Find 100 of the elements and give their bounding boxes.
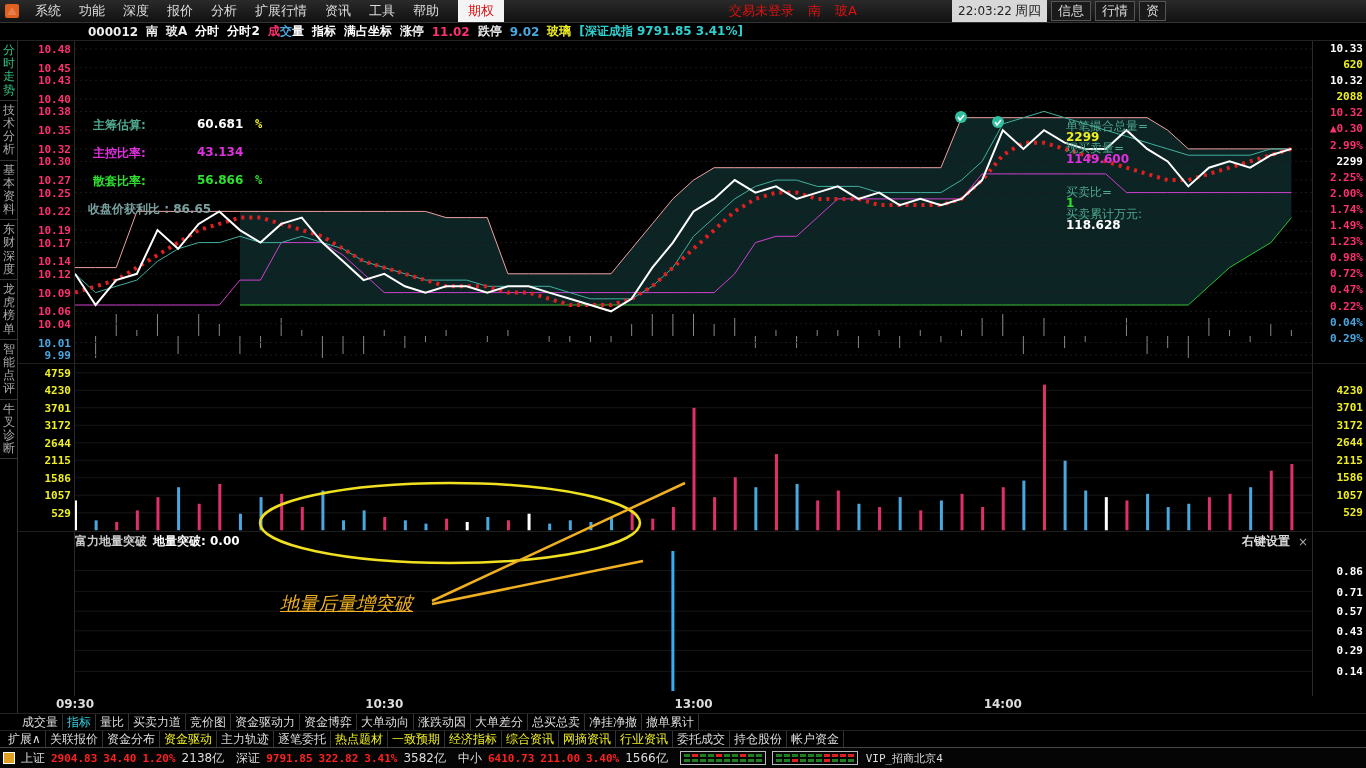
volume-axis-label: 529	[51, 506, 71, 520]
bottom-tab[interactable]: 总买总卖	[528, 714, 585, 730]
right-click-settings-link[interactable]: 右键设置	[1241, 533, 1290, 550]
volume-axis-label: 1586	[1336, 470, 1363, 486]
volume-axis-label: 1057	[1336, 487, 1363, 504]
side-tab[interactable]: 东财深度	[0, 220, 17, 280]
volume-bar	[342, 520, 345, 531]
menu-item[interactable]: 资讯	[316, 0, 360, 22]
bottom-tab[interactable]: 买卖力道	[129, 714, 186, 730]
chart-mode-button[interactable]: 满占坐标	[343, 23, 392, 40]
volume-bar	[177, 487, 181, 531]
bottom-tab[interactable]: 成交量	[18, 714, 63, 730]
index-name: 上证	[21, 749, 45, 767]
indicator-label: 散套比率:	[93, 173, 147, 190]
volume-bar	[445, 518, 449, 531]
right-axis-label: 0.29%	[1329, 330, 1363, 347]
right-axis-label: ▲0.30	[1329, 121, 1363, 138]
price-axis-label: 10.06	[37, 304, 71, 318]
chart-mode-button[interactable]: 分时	[195, 23, 220, 40]
indicator-value: 2299	[1066, 132, 1100, 143]
price-axis-label: 10.40	[37, 92, 71, 106]
bottom-tab[interactable]: 指标	[63, 714, 96, 730]
bottom-tab[interactable]: 资金驱动力	[231, 714, 300, 730]
bottom-tab[interactable]: 大单差分	[471, 714, 528, 730]
bottom-tab[interactable]: 竞价图	[186, 714, 231, 730]
volume-bar	[1269, 470, 1273, 531]
menu-item[interactable]: 报价	[158, 0, 202, 22]
volume-bar	[548, 523, 552, 531]
volume-bar	[300, 507, 304, 531]
volume-axis-label: 2644	[44, 436, 71, 450]
volume-bar	[197, 503, 201, 531]
price-axis-label: 10.12	[37, 267, 71, 281]
sector-link[interactable]: 玻璃	[547, 23, 572, 40]
app-logo-icon[interactable]	[4, 3, 20, 19]
volume-bar	[960, 493, 964, 531]
index-value: 2904.83	[51, 751, 98, 765]
price-axis-label: 10.45	[37, 61, 71, 75]
indicator-value: 43.134	[197, 145, 245, 161]
right-axis-label: 1.74%	[1329, 201, 1363, 218]
menu-item[interactable]: 深度	[114, 0, 158, 22]
price-axis-label: 10.32	[37, 142, 71, 156]
volume-bar	[713, 497, 717, 531]
bottom-tab[interactable]: 量比	[96, 714, 129, 730]
menu-item[interactable]: 系统	[26, 0, 70, 22]
right-axis-label: 10.32	[1329, 105, 1363, 122]
volume-axis-label: 529	[1343, 505, 1363, 521]
menu-item[interactable]: 帮助	[404, 0, 448, 22]
volume-bar	[218, 483, 222, 531]
menu-item[interactable]: 扩展行情	[246, 0, 316, 22]
chart-mode-button[interactable]: 指标	[311, 23, 336, 40]
index-percent: 3.40%	[586, 751, 620, 765]
menu-item[interactable]: 分析	[202, 0, 246, 22]
close-button[interactable]: ×	[1297, 534, 1308, 549]
side-tab[interactable]: 分时走势	[0, 41, 17, 101]
menu-item[interactable]: 功能	[70, 0, 114, 22]
side-tab[interactable]: 牛叉诊断	[0, 399, 17, 460]
toolbar-button[interactable]: 信息	[1051, 1, 1091, 21]
right-axis-label: 0.22%	[1329, 298, 1363, 315]
price-axis-label: 10.30	[37, 154, 71, 168]
indicator-label: 主筹估算:	[93, 117, 147, 134]
side-tab[interactable]: 基本资料	[0, 160, 17, 221]
index-quote: [深证成指 9791.85 3.41%]	[579, 23, 743, 40]
check-circle-icon	[992, 116, 1004, 128]
index-change: 211.00	[540, 751, 581, 765]
bottom-tab[interactable]: 资金博弈	[300, 714, 357, 730]
price-axis-label: 10.48	[37, 42, 71, 56]
volume-bar	[383, 517, 387, 531]
volume-bar	[1166, 507, 1170, 531]
volume-bar	[424, 523, 428, 531]
bottom-tab[interactable]: 撤单累计	[642, 714, 699, 730]
bottom-tab[interactable]: 大单动向	[357, 714, 414, 730]
index-amount: 3582亿	[403, 749, 446, 767]
indicator-label: 主控比率:	[93, 145, 147, 162]
volume-axis-label: 2115	[1336, 452, 1363, 469]
price-axis-label: 10.01	[37, 336, 71, 349]
side-tab[interactable]: 智能点评	[0, 339, 17, 400]
right-axis-label: 10.33	[1329, 41, 1363, 57]
clock-time: 22:03:22	[958, 4, 1012, 18]
index-value: 9791.85	[266, 751, 313, 765]
side-tab[interactable]: 龙虎榜单	[0, 280, 17, 340]
menu-item[interactable]: 工具	[360, 0, 404, 22]
menu-item[interactable]: 期权	[458, 0, 504, 22]
bottom-tab[interactable]: 净挂净撤	[585, 714, 642, 730]
volume-axis-label: 3172	[1336, 417, 1363, 434]
chart-mode-button[interactable]: 成交量	[267, 23, 304, 40]
right-axis-label: 2.25%	[1329, 169, 1363, 186]
index-value: 6410.73	[487, 751, 535, 765]
toolbar-button[interactable]: 行情	[1095, 1, 1135, 21]
chart-mode-button[interactable]: 分时2	[227, 23, 260, 40]
volume-bar	[1207, 497, 1211, 531]
index-name: 中小	[457, 749, 482, 767]
trade-status-text: 交易未登录	[729, 2, 794, 20]
bottom-tab[interactable]: 涨跌动因	[414, 714, 471, 730]
indicator-value: 56.866	[197, 173, 245, 189]
toolbar-button[interactable]: 资	[1139, 1, 1166, 21]
volume-bar	[795, 483, 799, 531]
account-text: VIP_招商北京4	[865, 750, 943, 766]
indicator-axis-label: 0.57	[1336, 604, 1363, 618]
index-amount: 2138亿	[181, 749, 225, 767]
side-tab[interactable]: 技术分析	[0, 100, 17, 161]
